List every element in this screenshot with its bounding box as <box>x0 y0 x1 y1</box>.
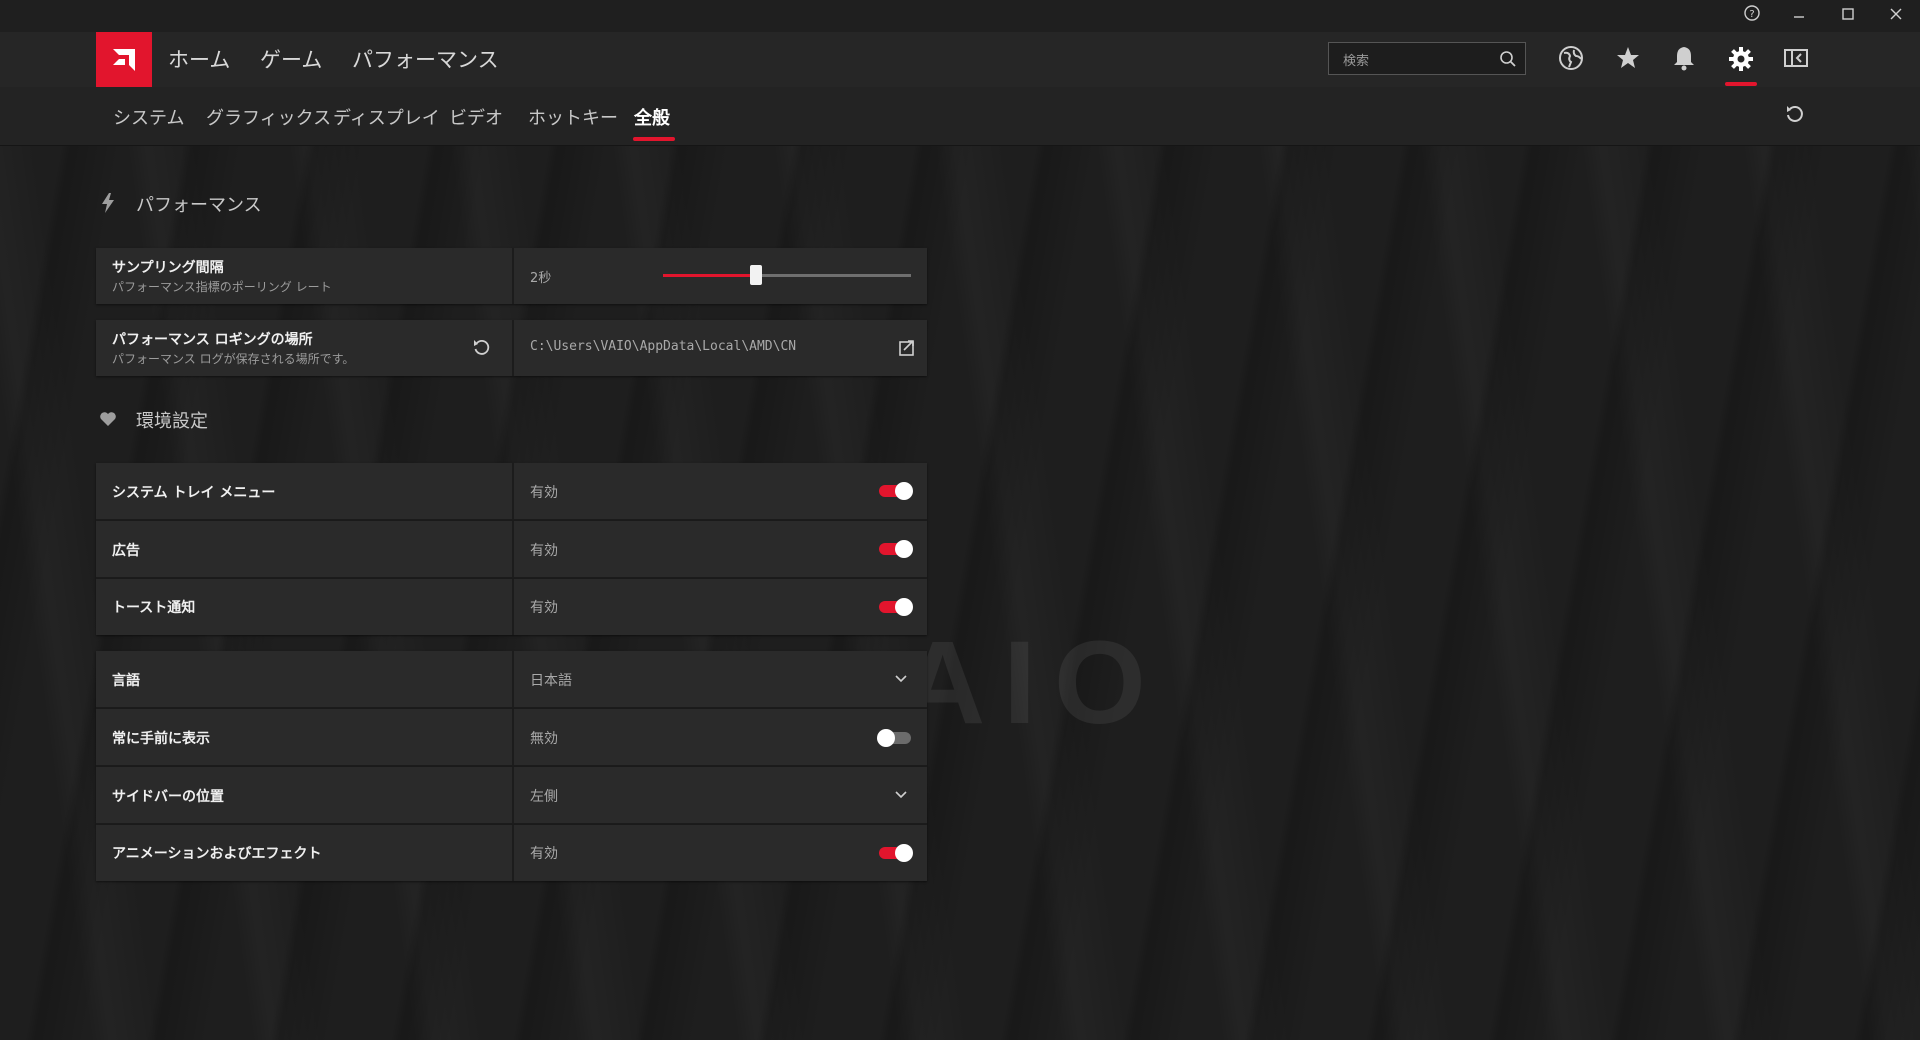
always-on-top-name: 常に手前に表示 <box>112 731 210 747</box>
sidebar-position-row[interactable]: サイドバーの位置 左側 <box>96 767 927 825</box>
star-icon[interactable] <box>1614 44 1646 76</box>
bell-icon[interactable] <box>1670 44 1702 76</box>
always-on-top-value: 無効 <box>530 731 558 747</box>
row-divider <box>512 709 514 765</box>
toast-value: 有効 <box>530 600 558 616</box>
sampling-interval-row: サンプリング間隔 パフォーマンス指標のポーリング レート 2秒 <box>96 248 927 304</box>
row-divider <box>512 320 514 376</box>
search-input[interactable]: 検索 <box>1328 42 1526 75</box>
tab-display[interactable]: ディスプレイ <box>333 104 440 130</box>
logging-name: パフォーマンス ロギングの場所 <box>112 332 313 348</box>
sampling-label-cell: サンプリング間隔 パフォーマンス指標のポーリング レート <box>96 248 512 304</box>
row-divider <box>512 651 514 707</box>
sidebar-position-name: サイドバーの位置 <box>112 789 224 805</box>
logging-label-cell: パフォーマンス ロギングの場所 パフォーマンス ログが保存される場所です。 <box>96 320 512 376</box>
minimize-icon[interactable] <box>1787 4 1811 28</box>
row-divider <box>512 825 514 881</box>
sampling-desc: パフォーマンス指標のポーリング レート <box>112 280 332 294</box>
always-on-top-row: 常に手前に表示 無効 <box>96 709 927 767</box>
tab-graphics[interactable]: グラフィックス <box>206 104 331 130</box>
amd-logo[interactable] <box>96 32 152 87</box>
toast-row: トースト通知 有効 <box>96 579 927 635</box>
always-on-top-toggle[interactable] <box>877 729 911 747</box>
section-title-preferences: 環境設定 <box>136 411 208 432</box>
search-icon <box>1500 51 1516 67</box>
animations-toggle[interactable] <box>879 844 913 862</box>
tab-active-indicator <box>633 137 675 141</box>
background-watermark: AIO <box>900 617 1164 749</box>
search-placeholder: 検索 <box>1343 54 1370 69</box>
ads-name: 広告 <box>112 543 140 559</box>
globe-icon[interactable] <box>1557 44 1589 76</box>
top-navigation: ホーム ゲーム パフォーマンス 検索 <box>0 32 1920 87</box>
sampling-name: サンプリング間隔 <box>112 260 224 276</box>
nav-home[interactable]: ホーム <box>168 44 230 74</box>
logging-location-row: パフォーマンス ロギングの場所 パフォーマンス ログが保存される場所です。 C:… <box>96 320 927 376</box>
sampling-value: 2秒 <box>530 271 552 286</box>
reset-all-icon[interactable] <box>1784 103 1808 127</box>
toast-name: トースト通知 <box>112 600 196 616</box>
tray-menu-toggle[interactable] <box>879 482 913 500</box>
ads-toggle[interactable] <box>879 540 913 558</box>
chevron-down-icon[interactable] <box>893 787 909 807</box>
row-divider <box>512 767 514 823</box>
language-value: 日本語 <box>530 673 572 689</box>
sampling-slider-fill <box>663 274 755 277</box>
ads-row: 広告 有効 <box>96 521 927 579</box>
sidebar-position-value: 左側 <box>530 789 558 805</box>
row-divider <box>512 463 514 519</box>
logging-desc: パフォーマンス ログが保存される場所です。 <box>112 352 355 366</box>
nav-game[interactable]: ゲーム <box>260 44 322 74</box>
language-row[interactable]: 言語 日本語 <box>96 651 927 709</box>
tab-system[interactable]: システム <box>113 104 184 130</box>
gear-icon[interactable] <box>1726 44 1758 76</box>
row-divider <box>512 248 514 304</box>
tab-hotkeys[interactable]: ホットキー <box>528 104 618 130</box>
row-divider <box>512 579 514 635</box>
tray-menu-name: システム トレイ メニュー <box>112 485 276 501</box>
animations-row: アニメーションおよびエフェクト 有効 <box>96 825 927 881</box>
tray-menu-value: 有効 <box>530 485 558 501</box>
settings-active-indicator <box>1725 82 1757 86</box>
section-title-performance: パフォーマンス <box>136 195 262 216</box>
toast-toggle[interactable] <box>879 598 913 616</box>
title-bar: ? <box>0 0 1920 32</box>
animations-value: 有効 <box>530 846 558 862</box>
tab-general[interactable]: 全般 <box>634 104 670 130</box>
language-name: 言語 <box>112 673 140 689</box>
close-icon[interactable] <box>1884 4 1908 28</box>
logging-reset-icon[interactable] <box>472 338 492 362</box>
lightning-icon <box>100 193 116 217</box>
svg-text:?: ? <box>1749 9 1754 20</box>
chevron-down-icon[interactable] <box>893 671 909 691</box>
tab-video[interactable]: ビデオ <box>449 104 503 130</box>
logging-path: C:\Users\VAIO\AppData\Local\AMD\CN <box>530 339 797 354</box>
heart-icon <box>99 410 117 432</box>
row-divider <box>512 521 514 577</box>
sidebar-toggle-icon[interactable] <box>1782 44 1814 76</box>
settings-tabs: システム グラフィックス ディスプレイ ビデオ ホットキー 全般 <box>0 87 1920 146</box>
help-icon[interactable]: ? <box>1740 4 1764 28</box>
sampling-slider-thumb[interactable] <box>750 265 762 285</box>
nav-performance[interactable]: パフォーマンス <box>352 44 499 74</box>
ads-value: 有効 <box>530 543 558 559</box>
maximize-icon[interactable] <box>1836 4 1860 28</box>
tray-menu-row: システム トレイ メニュー 有効 <box>96 463 927 521</box>
browse-folder-icon[interactable] <box>897 338 917 362</box>
animations-name: アニメーションおよびエフェクト <box>112 846 322 862</box>
